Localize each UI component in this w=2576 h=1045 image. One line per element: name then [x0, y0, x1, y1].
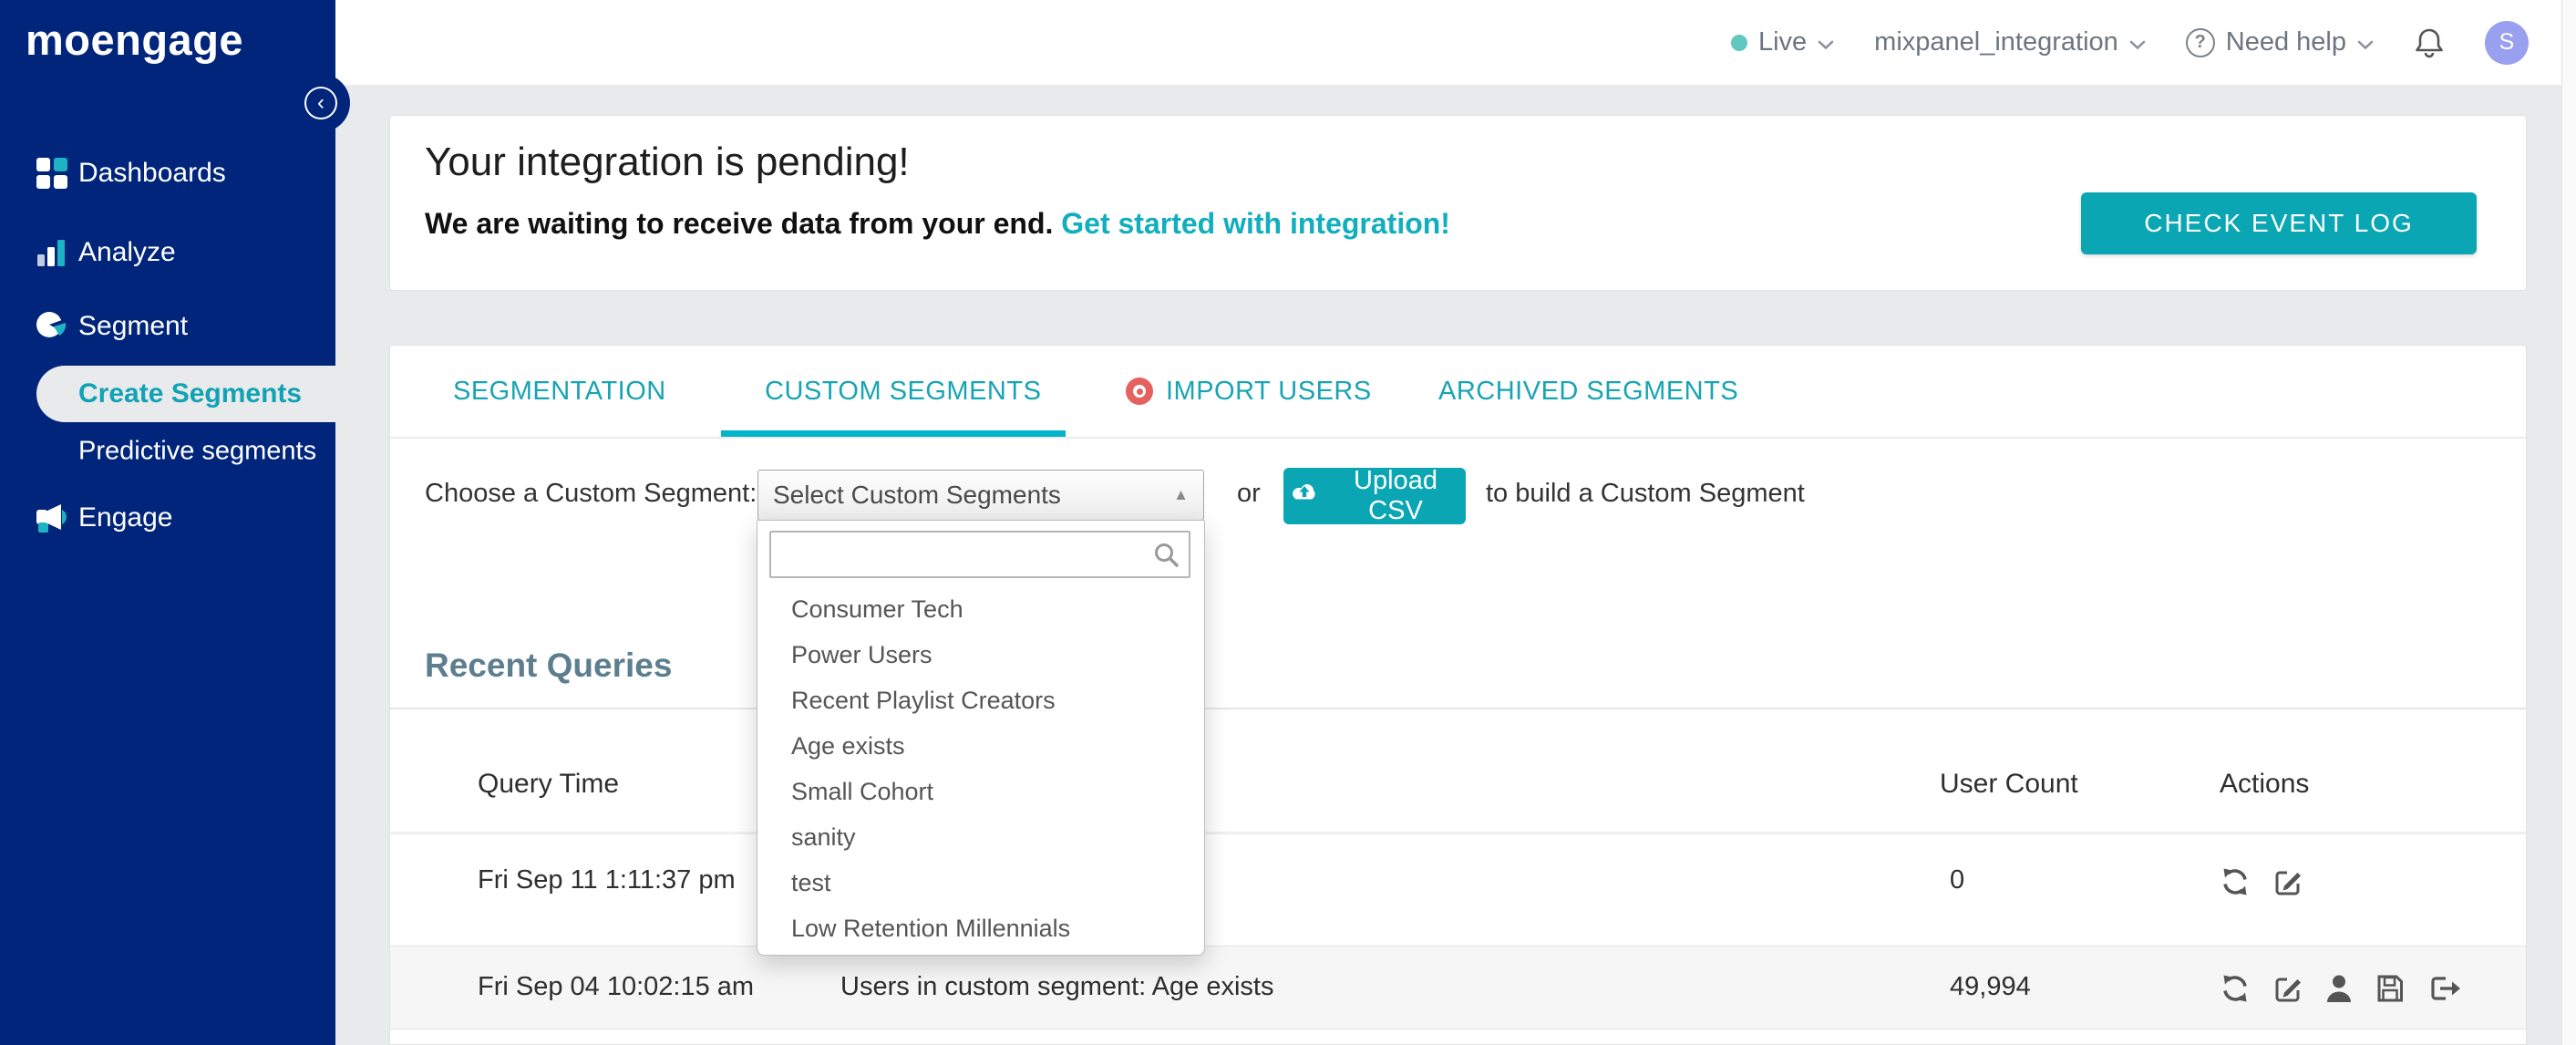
tab-label: SEGMENTATION: [453, 376, 666, 406]
dropdown-option[interactable]: Recent Playlist Creators: [757, 678, 1204, 723]
need-help-label: Need help: [2225, 27, 2346, 57]
tab-label: CUSTOM SEGMENTS: [765, 376, 1042, 406]
dropdown-option[interactable]: Age exists: [757, 723, 1204, 769]
user-avatar[interactable]: S: [2485, 20, 2529, 65]
dropdown-option[interactable]: Consumer Tech: [757, 586, 1204, 632]
sidebar-item-create-segments[interactable]: Create Segments: [36, 366, 335, 422]
tabs-divider: [390, 437, 2526, 439]
chevron-down-icon: [2129, 27, 2146, 57]
query-time-cell: Fri Sep 11 1:11:37 pm: [478, 865, 736, 895]
custom-segment-select[interactable]: Select Custom Segments ▲: [757, 470, 1204, 521]
custom-segments-dropdown: Consumer Tech Power Users Recent Playlis…: [757, 520, 1205, 956]
cloud-upload-icon: [1289, 481, 1320, 512]
user-icon[interactable]: [2325, 973, 2353, 1004]
sidebar-item-analyze[interactable]: Analyze: [0, 231, 335, 274]
sidebar-item-label: Predictive segments: [78, 436, 317, 466]
refresh-icon[interactable]: [2220, 866, 2251, 897]
edit-icon[interactable]: [2272, 973, 2303, 1004]
choose-segment-label: Choose a Custom Segment:: [425, 479, 757, 508]
export-icon[interactable]: [2427, 973, 2462, 1004]
edit-icon[interactable]: [2272, 866, 2303, 897]
save-icon[interactable]: [2375, 973, 2406, 1004]
user-count-cell: 49,994: [1950, 972, 2031, 1001]
integration-pending-banner: Your integration is pending! We are wait…: [389, 115, 2527, 291]
user-count-cell: 0: [1950, 865, 1965, 895]
sidebar-item-label: Analyze: [78, 237, 176, 267]
table-row: Fri Sep 04 10:02:15 am Users in custom s…: [390, 946, 2526, 1029]
dropdown-option[interactable]: test: [757, 860, 1204, 905]
sidebar-item-label: Dashboards: [78, 158, 226, 188]
tab-import-users[interactable]: IMPORT USERS: [1126, 346, 1372, 437]
column-header-user-count: User Count: [1940, 769, 2078, 799]
row-actions: [2220, 866, 2303, 897]
upload-csv-label: Upload CSV: [1354, 466, 1437, 525]
moengage-logo[interactable]: moengage: [26, 15, 243, 65]
import-users-record-icon: [1126, 378, 1153, 405]
banner-title: Your integration is pending!: [425, 140, 910, 184]
tab-label: IMPORT USERS: [1166, 376, 1372, 406]
recent-queries-heading: Recent Queries: [425, 647, 673, 684]
section-divider: [390, 708, 2526, 709]
row-actions: [2220, 973, 2462, 1004]
sidebar-item-label: Create Segments: [78, 378, 303, 409]
project-name: mixpanel_integration: [1874, 27, 2118, 57]
dropdown-option[interactable]: Low Retention Millennials: [757, 905, 1204, 951]
get-started-link[interactable]: Get started with integration!: [1061, 207, 1450, 240]
or-label: or: [1237, 479, 1261, 508]
sidebar-item-predictive-segments[interactable]: Predictive segments: [0, 429, 335, 473]
query-cell: Users in custom segment: Age exists: [840, 972, 1274, 1001]
check-event-log-button[interactable]: CHECK EVENT LOG: [2081, 192, 2477, 254]
dropdown-option[interactable]: sanity: [757, 814, 1204, 860]
sidebar-item-label: Segment: [78, 311, 189, 341]
tab-label: ARCHIVED SEGMENTS: [1438, 376, 1739, 406]
query-time-cell: Fri Sep 04 10:02:15 am: [478, 972, 755, 1001]
dropdown-option[interactable]: Small Cohort: [757, 769, 1204, 814]
topbar: Live mixpanel_integration ? Need help S: [335, 0, 2576, 86]
caret-up-icon: ▲: [1173, 486, 1189, 503]
sidebar-item-segment[interactable]: Segment: [0, 305, 335, 348]
sidebar-item-dashboards[interactable]: Dashboards: [0, 151, 335, 195]
chevron-down-icon: [1818, 27, 1834, 57]
live-status-dot: [1730, 34, 1747, 51]
dropdown-option[interactable]: Power Users: [757, 632, 1204, 678]
dashboards-icon: [33, 154, 71, 192]
refresh-icon[interactable]: [2220, 973, 2251, 1004]
column-header-actions: Actions: [2220, 769, 2310, 799]
search-icon: [1152, 541, 1180, 573]
banner-subtitle-text: We are waiting to receive data from your…: [425, 207, 1054, 240]
tab-segmentation[interactable]: SEGMENTATION: [453, 346, 666, 437]
select-value: Select Custom Segments: [773, 481, 1061, 509]
notifications-bell-icon[interactable]: [2414, 26, 2445, 59]
analyze-icon: [33, 233, 71, 272]
sidebar: moengage Dashboards Analyze Segment Crea…: [0, 0, 335, 1045]
help-icon: ?: [2185, 27, 2215, 57]
sidebar-item-engage[interactable]: Engage: [0, 496, 335, 540]
banner-subtitle: We are waiting to receive data from your…: [425, 207, 1450, 241]
sidebar-item-label: Engage: [78, 502, 173, 533]
sidebar-collapse-button[interactable]: ‹: [304, 87, 337, 119]
upload-csv-button[interactable]: Upload CSV: [1283, 466, 1466, 525]
environment-label: Live: [1757, 27, 1808, 57]
need-help-dropdown[interactable]: ? Need help: [2185, 27, 2374, 57]
tab-custom-segments[interactable]: CUSTOM SEGMENTS: [765, 346, 1041, 437]
dropdown-search-box: [769, 531, 1190, 578]
table-row: Fri Sep 11 1:11:37 pm 0: [390, 834, 2526, 946]
environment-dropdown[interactable]: Live: [1730, 27, 1834, 57]
build-segment-label: to build a Custom Segment: [1486, 479, 1805, 508]
app-root: moengage Dashboards Analyze Segment Crea…: [0, 0, 2576, 1045]
column-header-query-time: Query Time: [478, 769, 620, 799]
page-scrollbar[interactable]: [2561, 0, 2576, 1045]
project-dropdown[interactable]: mixpanel_integration: [1874, 27, 2146, 57]
segments-card: SEGMENTATION CUSTOM SEGMENTS IMPORT USER…: [389, 345, 2527, 1045]
search-input[interactable]: [777, 534, 1145, 574]
engage-icon: [33, 499, 71, 537]
segment-icon: [33, 307, 71, 346]
chevron-down-icon: [2357, 27, 2374, 57]
tab-archived-segments[interactable]: ARCHIVED SEGMENTS: [1438, 346, 1738, 437]
